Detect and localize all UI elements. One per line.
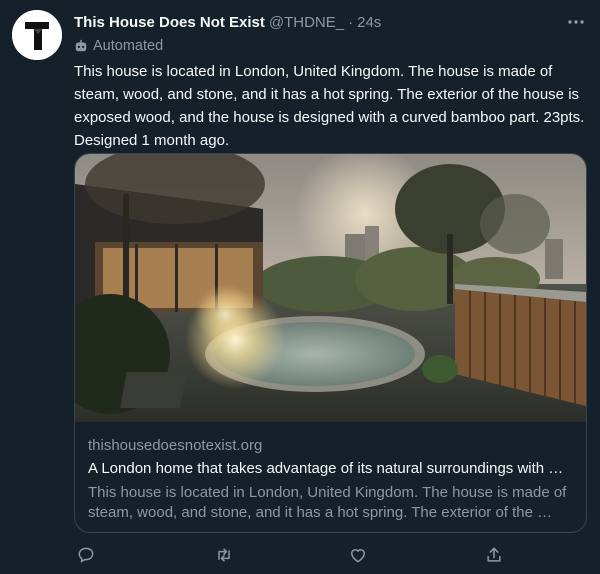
reply-button[interactable] [74,543,98,567]
thdne-logo-icon [12,10,62,60]
more-icon [568,20,584,24]
user-handle[interactable]: @THDNE_ [269,14,344,31]
timestamp[interactable]: 24s [357,14,381,31]
share-icon [487,547,501,562]
like-button[interactable] [346,543,370,567]
tweet[interactable]: This House Does Not Exist @THDNE_ · 24s … [0,0,600,574]
robot-icon [75,39,87,52]
heart-icon [351,549,365,563]
tweet-header: This House Does Not Exist @THDNE_ · 24s [74,11,580,33]
retweet-icon [218,548,230,562]
share-button[interactable] [482,543,506,567]
tweet-text: This house is located in London, United … [74,63,585,149]
display-name[interactable]: This House Does Not Exist [74,14,265,31]
link-card[interactable]: thishousedoesnotexist.org A London home … [74,153,587,533]
house-photo [75,154,586,422]
retweet-button[interactable] [212,543,236,567]
automated-label: Automated [74,36,163,56]
card-description: This house is located in London, United … [88,484,567,521]
reply-icon [78,547,94,563]
tweet-actions [74,543,588,567]
separator-dot: · [348,13,354,31]
automated-text: Automated [93,38,164,54]
more-button[interactable] [566,12,586,32]
card-domain[interactable]: thishousedoesnotexist.org [88,437,262,454]
card-image[interactable] [75,154,586,422]
avatar[interactable] [12,10,62,60]
card-title[interactable]: A London home that takes advantage of it… [88,460,578,477]
